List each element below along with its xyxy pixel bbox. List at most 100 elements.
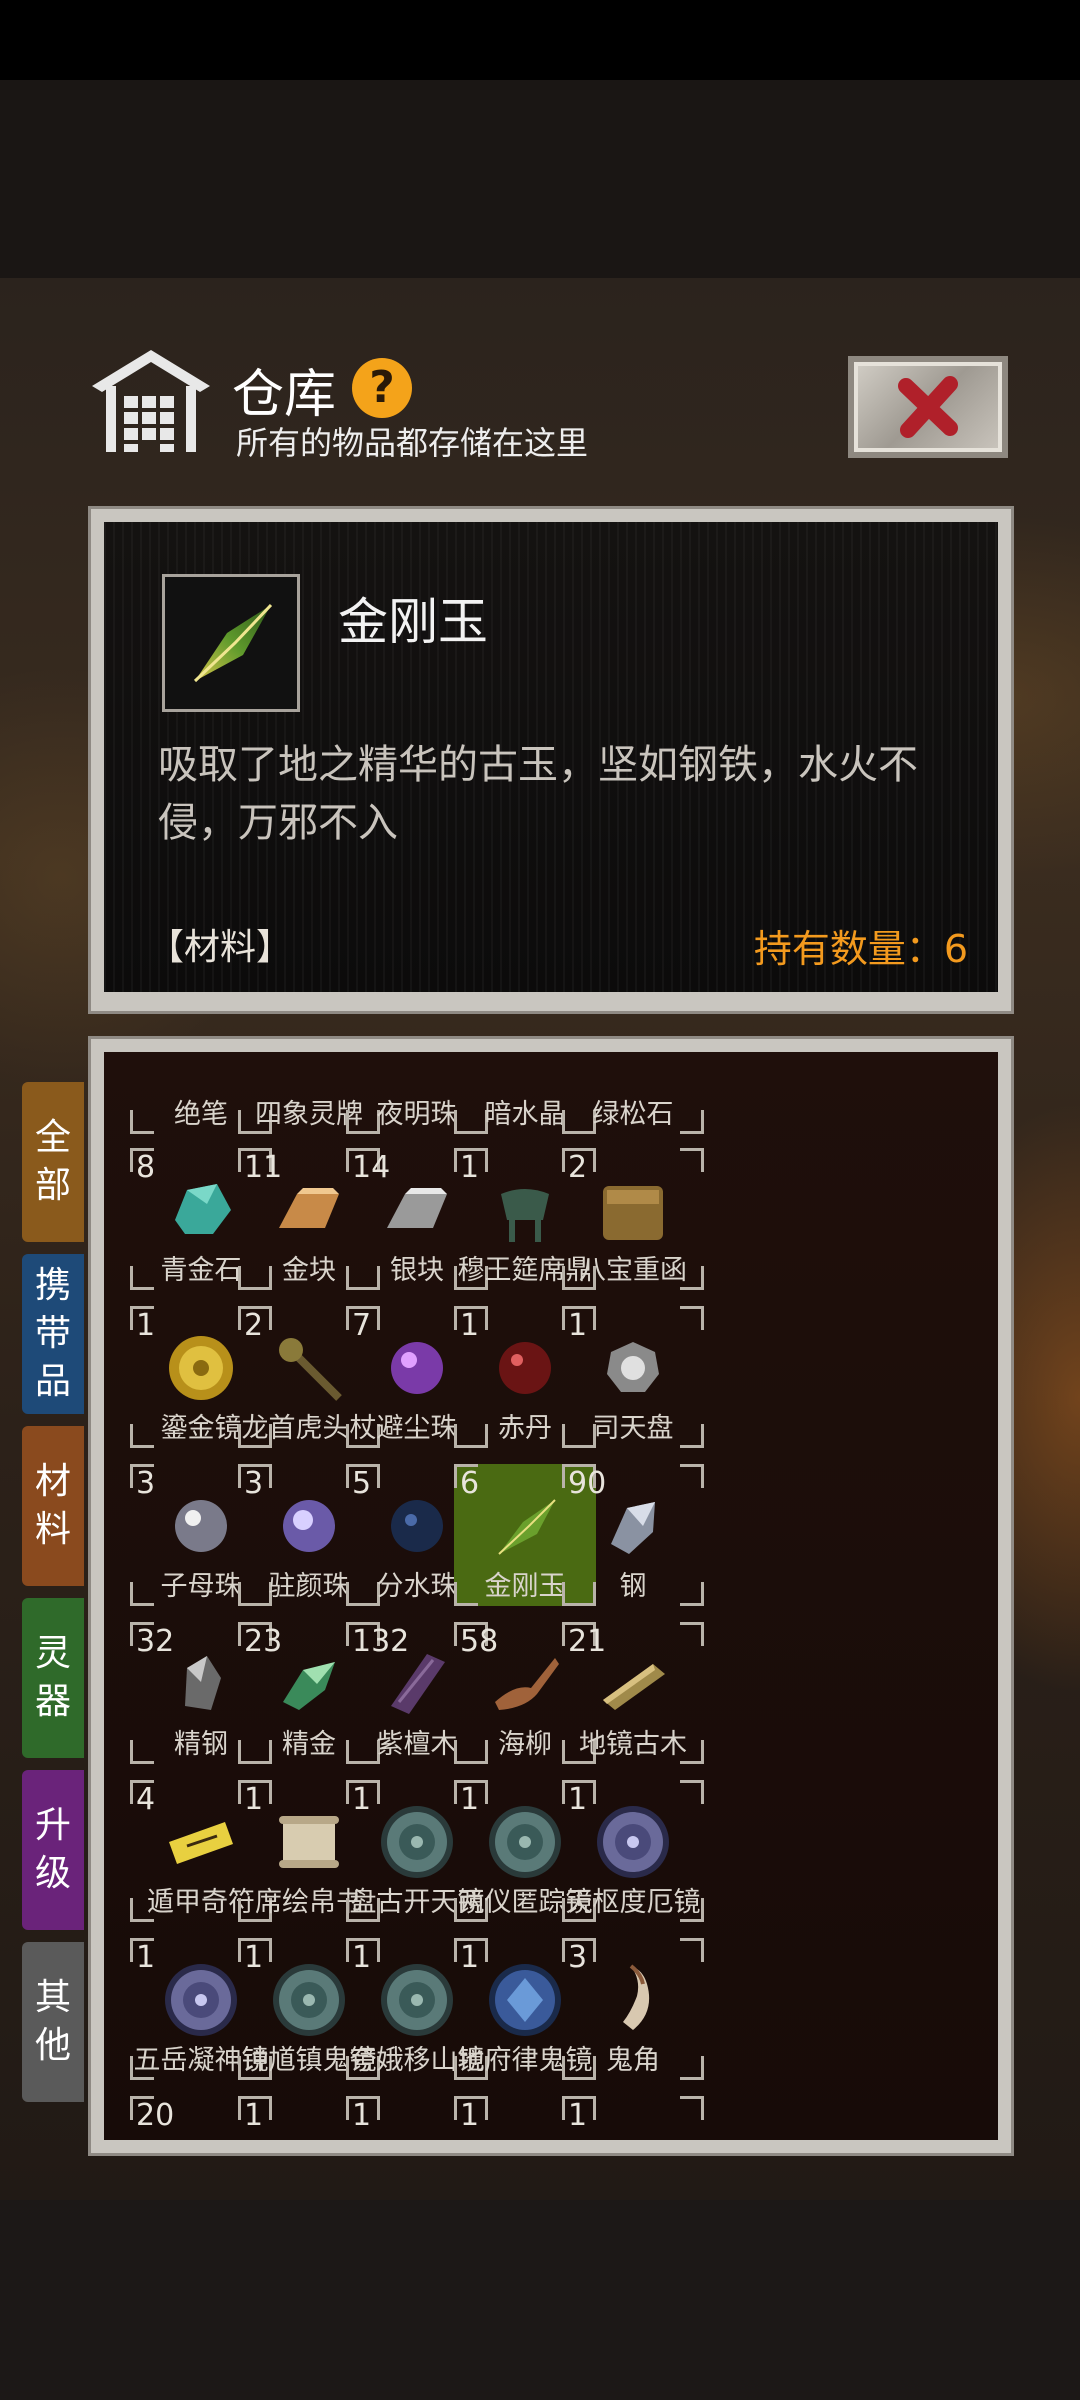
slot-count: 1 — [136, 1308, 156, 1343]
fine-steel-icon — [185, 1656, 221, 1710]
bronze-mirror-icon — [381, 1964, 453, 2036]
category-tab[interactable]: 材料 — [22, 1426, 84, 1586]
sandalwood-icon — [391, 1654, 445, 1714]
inventory-slot[interactable]: 1 司天盘 — [562, 1306, 704, 1448]
status-bar — [0, 0, 1080, 80]
slot-count: 1 — [352, 1782, 372, 1817]
crystal-icon — [485, 1052, 565, 1094]
slot-count: 1 — [244, 1940, 264, 1975]
item-thumbnail — [162, 574, 300, 712]
slot-count: 2 — [244, 1308, 264, 1343]
slot-label: 鬼角 — [606, 2045, 660, 2076]
inventory-slot[interactable]: 1 — [562, 2096, 704, 2140]
slot-count: 7 — [352, 1308, 372, 1343]
slot-count: 1 — [460, 2098, 480, 2133]
category-tab-label: 携带品 — [34, 1265, 71, 1402]
slot-count: 1 — [460, 1308, 480, 1343]
slot-count: 1 — [568, 1308, 588, 1343]
slot-count: 20 — [136, 2098, 175, 2133]
category-tab[interactable]: 其他 — [22, 1942, 84, 2102]
category-tab[interactable]: 灵器 — [22, 1598, 84, 1758]
slot-count: 4 — [136, 1782, 156, 1817]
slot-count: 6 — [460, 1466, 480, 1501]
slot-label: 八宝重函 — [579, 1255, 687, 1286]
slot-label: 司天盘 — [592, 1413, 674, 1444]
slot-count: 2 — [568, 1150, 588, 1185]
inventory-slot[interactable]: 3 鬼角 — [562, 1938, 704, 2080]
inventory-slot[interactable]: 2 八宝重函 — [562, 1148, 704, 1290]
horn-icon — [623, 1964, 650, 2030]
slot-count: 3 — [568, 1940, 588, 1975]
silver-bar-icon — [387, 1188, 447, 1228]
item-description: 吸取了地之精华的古玉，坚如钢铁，水火不侵，万邪不入 — [158, 742, 918, 846]
item-category: 【材料】 — [148, 927, 293, 968]
slot-count: 8 — [136, 1150, 156, 1185]
inventory-slot[interactable]: 绿松石 — [562, 1052, 704, 1134]
steel-icon — [611, 1502, 655, 1554]
slot-count: 1 — [568, 1782, 588, 1817]
violet-mirror-icon — [597, 1806, 669, 1878]
scroll-icon — [279, 1816, 339, 1868]
category-tab-label: 升级 — [34, 1805, 71, 1894]
inventory-grid[interactable]: 绝笔 四象灵牌 夜明珠 暗水晶 绿松石 8 青金石 11 金块 14 银块 1 穆王筵席鼎 2 八宝重函 1 鎏… — [104, 1052, 998, 2140]
close-button[interactable] — [848, 356, 1008, 458]
gold-mirror-icon — [169, 1336, 233, 1400]
slot-count: 1 — [460, 1782, 480, 1817]
slot-count: 1 — [136, 1940, 156, 1975]
slot-count: 1 — [352, 1940, 372, 1975]
slot-label: 天枢度厄镜 — [565, 1887, 701, 1918]
inventory-slot[interactable]: 1 天枢度厄镜 — [562, 1780, 704, 1922]
category-tab-label: 灵器 — [34, 1633, 71, 1722]
slot-count: 1 — [244, 1782, 264, 1817]
category-tab[interactable]: 全部 — [22, 1082, 84, 1242]
category-tab[interactable]: 升级 — [22, 1770, 84, 1930]
gold-bar-icon — [279, 1188, 339, 1228]
slot-count: 3 — [244, 1466, 264, 1501]
category-tab[interactable]: 携带品 — [22, 1254, 84, 1414]
bagua-icon — [607, 1342, 659, 1392]
jade-icon — [498, 1499, 556, 1555]
purple-orb-icon — [391, 1342, 443, 1394]
slot-count: 1 — [352, 2098, 372, 2133]
bronze-mirror-icon — [489, 1806, 561, 1878]
category-tab-label: 全部 — [34, 1117, 71, 1206]
pearl-icon — [377, 1052, 457, 1094]
page-subtitle: 所有的物品都存储在这里 — [236, 424, 589, 462]
cauldron-icon — [501, 1189, 549, 1242]
slot-label: 地镜古木 — [579, 1729, 687, 1760]
turquoise-icon — [593, 1052, 673, 1094]
bronze-mirror-icon — [273, 1964, 345, 2036]
slot-count: 5 — [352, 1466, 372, 1501]
silver-orb-icon — [175, 1500, 227, 1552]
warehouse-icon — [92, 350, 210, 452]
help-icon[interactable]: ? — [352, 358, 412, 418]
lilac-orb-icon — [283, 1500, 335, 1552]
slot-count: 1 — [244, 2098, 264, 2133]
blue-mirror-icon — [489, 1964, 561, 2036]
violet-mirror-icon — [165, 1964, 237, 2036]
jade-icon — [193, 603, 273, 683]
category-tab-label: 材料 — [34, 1461, 71, 1550]
category-tab-label: 其他 — [34, 1977, 71, 2066]
slot-count: 1 — [568, 2098, 588, 2133]
red-pill-icon — [499, 1342, 551, 1394]
slot-count: 1 — [460, 1150, 480, 1185]
slot-label: 绿松石 — [592, 1099, 674, 1130]
driftwood-icon — [495, 1658, 559, 1710]
dark-orb-icon — [391, 1500, 443, 1552]
old-wood-icon — [603, 1664, 665, 1710]
slot-count: 3 — [136, 1466, 156, 1501]
fine-gold-icon — [283, 1662, 335, 1710]
tablet-icon — [269, 1052, 349, 1094]
bottom-area — [0, 2200, 1080, 2400]
lapis-icon — [175, 1184, 231, 1234]
slot-label: 钢 — [619, 1571, 647, 1602]
talisman-icon — [169, 1822, 233, 1864]
chest-icon — [603, 1186, 663, 1240]
item-owned-count: 持有数量：6 — [753, 927, 968, 971]
bronze-mirror-icon — [381, 1806, 453, 1878]
item-name: 金刚玉 — [338, 593, 488, 651]
inventory-slot[interactable]: 90 钢 — [562, 1464, 704, 1606]
inventory-slot[interactable]: 21 地镜古木 — [562, 1622, 704, 1764]
slot-count: 1 — [460, 1940, 480, 1975]
